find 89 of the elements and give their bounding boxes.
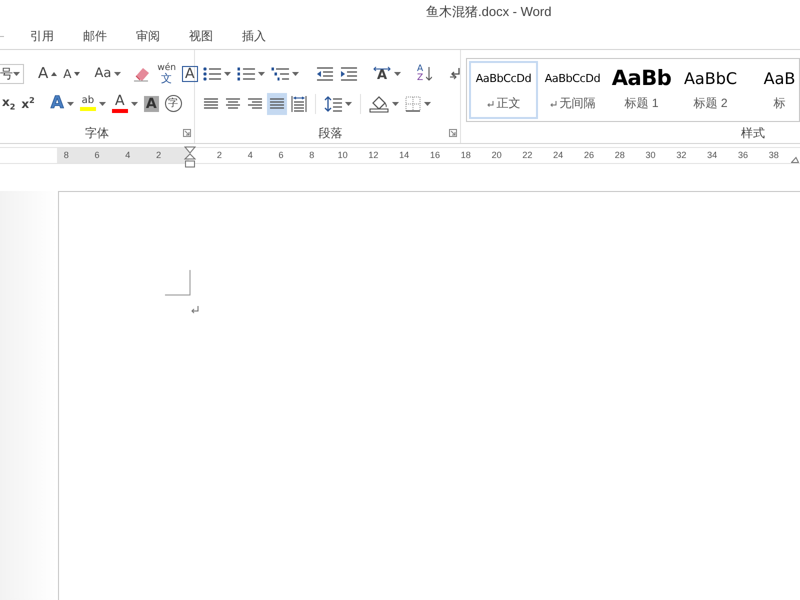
ruler-number: 12 <box>367 149 380 162</box>
ruler-number: 4 <box>124 149 132 162</box>
style-option[interactable]: AaBbC 标题 2 <box>676 60 745 118</box>
ruler-number: 38 <box>768 149 780 162</box>
multilevel-list-icon <box>271 66 289 82</box>
dialog-launcher-icon[interactable] <box>449 129 457 137</box>
ruler-number: 20 <box>490 149 503 162</box>
eraser-icon <box>133 66 152 82</box>
line-spacing-icon <box>324 94 342 112</box>
highlight-bar-icon <box>80 107 96 111</box>
superscript-button[interactable]: x$^{2}$ <box>19 92 37 114</box>
style-name: 标题 1 <box>624 95 658 112</box>
margin-corner-icon <box>165 270 191 296</box>
ruler-number: 4 <box>246 149 254 162</box>
ribbon-tab[interactable]: 插入 <box>242 28 295 45</box>
up-triangle-icon <box>51 72 58 76</box>
change-case-button[interactable]: Aa <box>92 62 124 84</box>
style-name: 正文 <box>496 95 520 112</box>
style-sample: AaBbCcDd <box>476 70 532 86</box>
align-right-icon <box>247 96 263 112</box>
style-sample: AaBbCcDd <box>544 70 600 86</box>
indent-marker-icon[interactable] <box>184 146 196 168</box>
ruler-number: 14 <box>398 149 410 162</box>
style-sample: AaBb <box>612 67 672 89</box>
phonetic-guide-button[interactable]: wén 文 <box>155 62 178 84</box>
style-name: 标题 2 <box>693 95 728 112</box>
ruler-number: 36 <box>736 149 749 162</box>
justify-icon <box>269 96 285 112</box>
ruler-number: 24 <box>552 149 564 162</box>
ruler-number: 10 <box>336 149 349 162</box>
align-left-icon <box>203 96 219 112</box>
window-title: 鱼木混猪.docx - Word <box>426 3 552 21</box>
align-center-icon <box>225 96 241 112</box>
ribbon-tab[interactable]: 引用 <box>30 28 83 45</box>
subscript-button[interactable]: x$_{2}$ <box>0 92 18 114</box>
shrink-font-button[interactable]: A <box>61 62 82 84</box>
paint-bucket-icon <box>369 94 389 112</box>
increase-indent-icon <box>339 66 357 82</box>
paragraph-mark-icon <box>191 306 200 314</box>
dialog-launcher-icon[interactable] <box>183 129 191 137</box>
ruler-number: 16 <box>428 149 441 162</box>
ruler-number: 6 <box>94 149 101 162</box>
style-sample: AaBbC <box>684 68 738 89</box>
ribbon-tab[interactable]: 邮件 <box>83 28 136 45</box>
style-option[interactable]: AaB 标 <box>745 60 799 118</box>
highlight-button[interactable]: ab <box>78 92 108 114</box>
style-name: 无间隔 <box>560 95 596 112</box>
ruler-number: 26 <box>582 149 595 162</box>
decrease-indent-icon <box>315 66 333 82</box>
style-name: 标 <box>774 95 786 112</box>
ruler-number: 32 <box>675 149 688 162</box>
justify-button[interactable] <box>267 92 287 114</box>
style-option[interactable]: AaBbCcDd 正文 <box>469 60 538 118</box>
font-color-button[interactable]: A <box>110 92 140 114</box>
group-label: 样式 <box>741 124 765 142</box>
ruler-number: 30 <box>644 149 657 162</box>
style-option[interactable]: AaBb 标题 1 <box>607 60 676 118</box>
ruler-number: 6 <box>277 149 284 162</box>
asian-layout-button[interactable]: A <box>371 62 403 84</box>
down-triangle-icon <box>74 72 80 76</box>
arrows-icon <box>373 66 391 70</box>
text-effect-button[interactable]: A <box>48 92 76 114</box>
ruler-number: 8 <box>62 149 70 162</box>
group-label: 字体 <box>85 124 109 142</box>
ribbon-tab[interactable]: 审阅 <box>136 28 189 45</box>
down-arrow-icon <box>426 66 432 80</box>
indent-marker-icon[interactable] <box>791 156 799 163</box>
ruler-number: 8 <box>308 149 316 162</box>
caret-icon <box>13 72 20 76</box>
ruler-number: 2 <box>155 149 162 162</box>
bullet-list-icon <box>203 66 221 82</box>
ruler-number: 2 <box>216 149 223 162</box>
ruler-number: 18 <box>460 149 472 162</box>
ruler-number: 34 <box>706 149 718 162</box>
font-size-field[interactable]: 号 <box>0 64 24 84</box>
ruler-number: 28 <box>614 149 626 162</box>
ribbon-tab[interactable]: 视图 <box>189 28 242 45</box>
paragraph-marks-icon <box>448 66 462 82</box>
color-bar-icon <box>112 109 128 113</box>
borders-icon <box>405 96 421 112</box>
sort-button[interactable]: A Z <box>415 62 434 84</box>
distributed-align-icon <box>291 94 307 112</box>
grow-font-button[interactable]: A <box>36 62 60 84</box>
style-sample: AaB <box>764 68 796 89</box>
style-option[interactable]: AaBbCcDd 无间隔 <box>538 60 607 118</box>
enclose-character-button[interactable]: 字 <box>162 92 184 114</box>
numbered-list-icon <box>237 66 255 82</box>
ruler-number: 22 <box>521 149 534 162</box>
group-label: 段落 <box>318 124 342 142</box>
